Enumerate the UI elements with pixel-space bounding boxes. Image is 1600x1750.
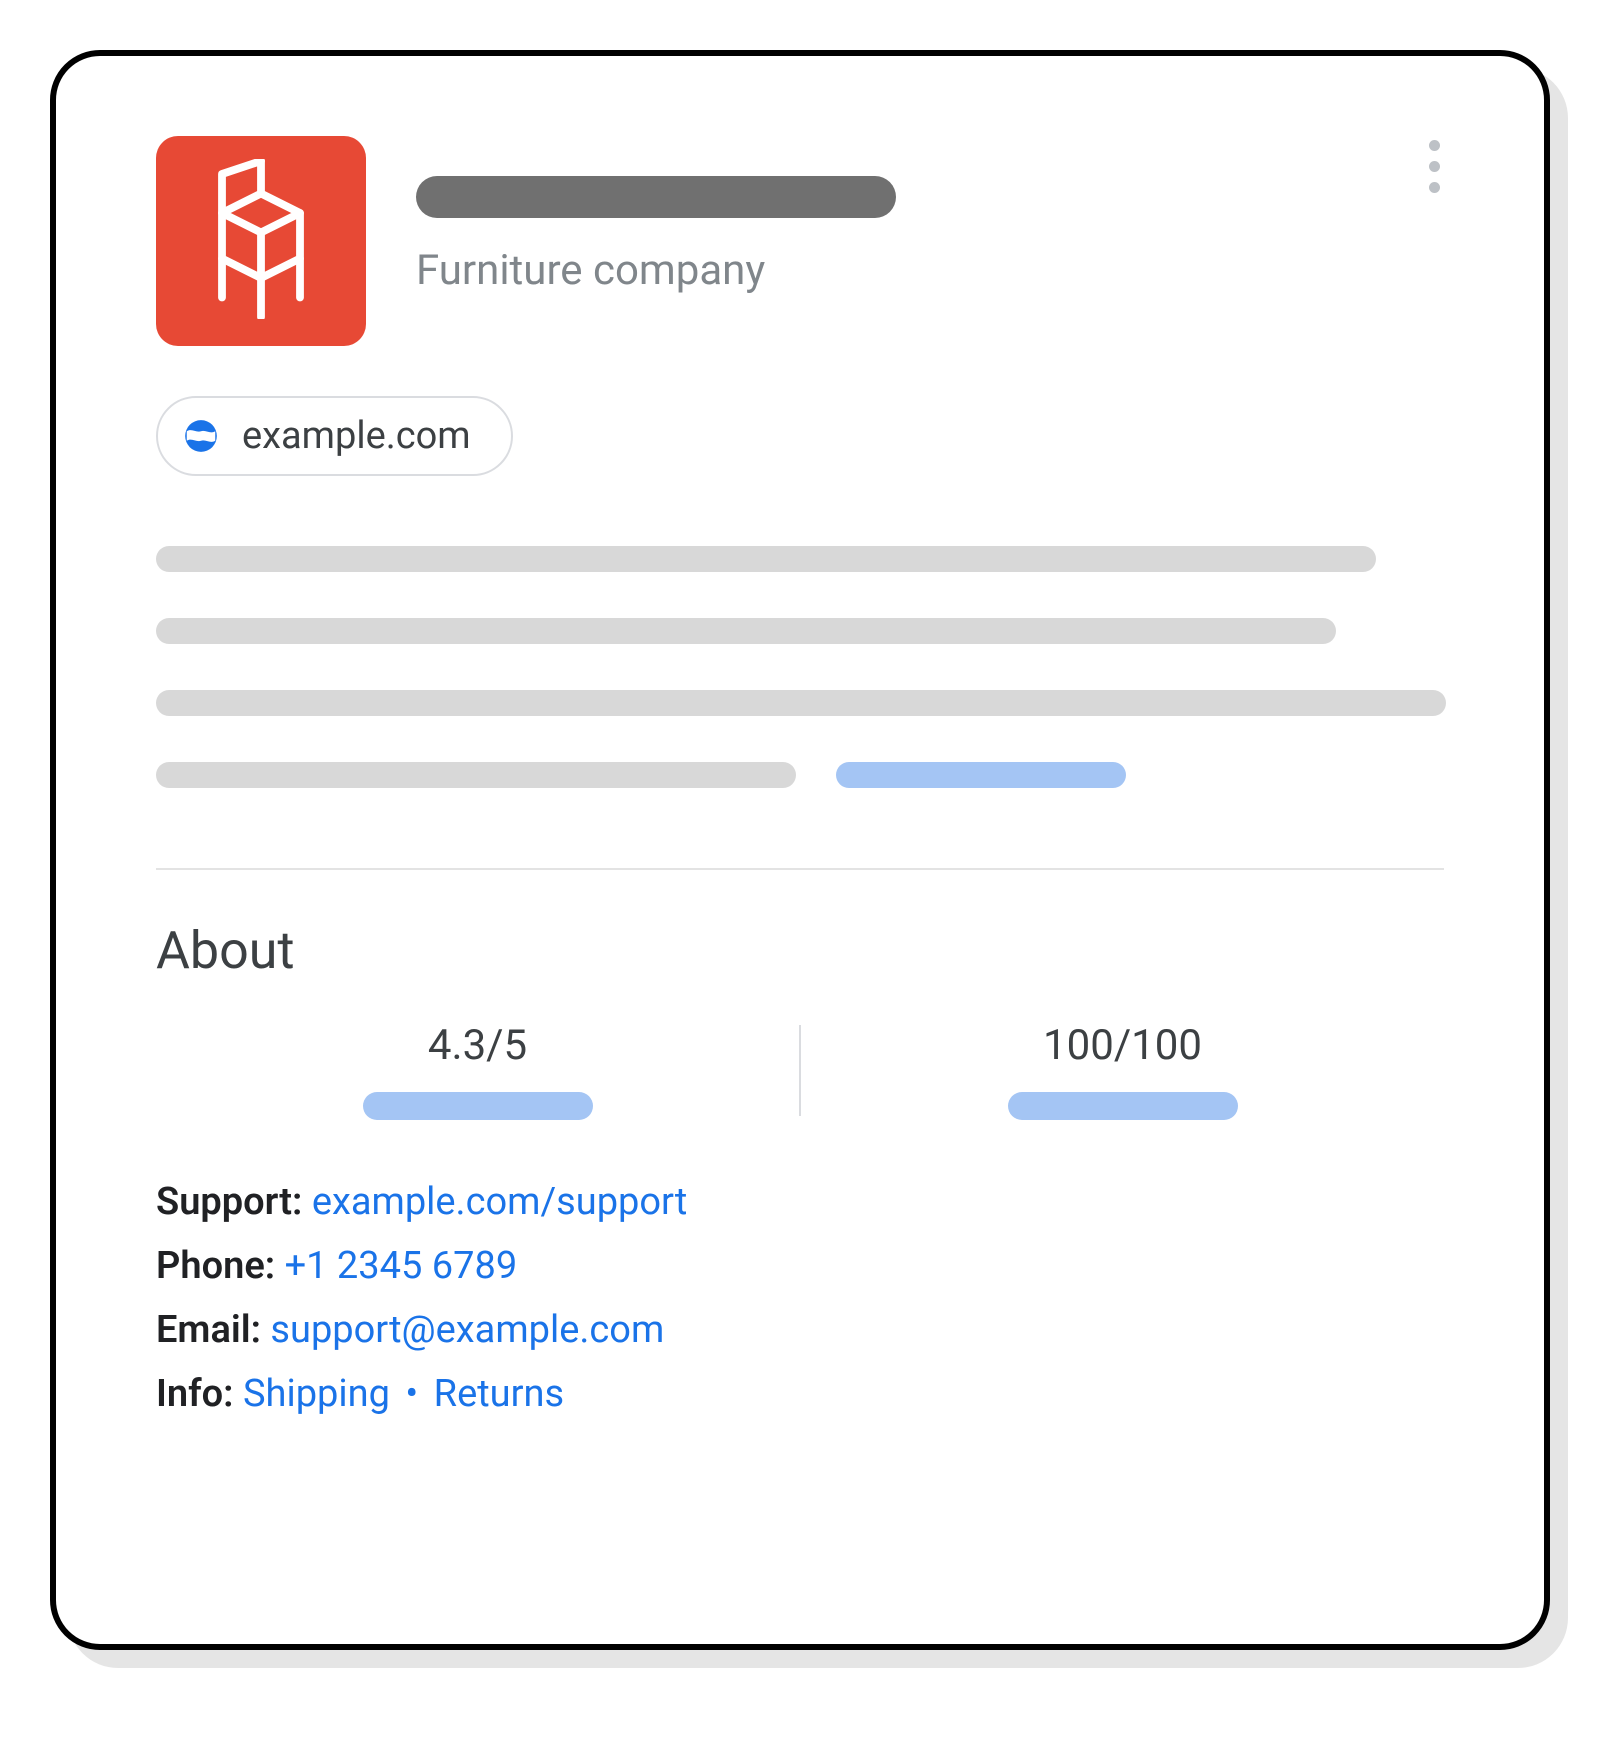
about-heading: About: [156, 920, 1444, 981]
support-label: Support:: [156, 1180, 302, 1224]
phone-label: Phone:: [156, 1244, 275, 1288]
knowledge-panel: Furniture company example.com About 4.3/…: [50, 50, 1550, 1650]
info-label: Info:: [156, 1372, 234, 1416]
chair-icon: [196, 159, 326, 323]
header: Furniture company: [156, 136, 1444, 346]
email-link[interactable]: support@example.com: [270, 1308, 664, 1352]
phone-link[interactable]: +1 2345 6789: [285, 1244, 518, 1288]
rating-value: 4.3/5: [428, 1021, 527, 1070]
score-stat: 100/100: [801, 1021, 1444, 1120]
title-block: Furniture company: [416, 136, 896, 295]
website-chip[interactable]: example.com: [156, 396, 513, 476]
company-name-placeholder: [416, 176, 896, 218]
globe-icon: [182, 417, 220, 455]
placeholder-line: [156, 618, 1336, 644]
placeholder-line: [156, 762, 796, 788]
company-category: Furniture company: [416, 246, 896, 295]
rating-stat: 4.3/5: [156, 1021, 799, 1120]
placeholder-link[interactable]: [836, 762, 1126, 788]
returns-link[interactable]: Returns: [434, 1372, 564, 1416]
shipping-link[interactable]: Shipping: [243, 1372, 390, 1416]
support-link[interactable]: example.com/support: [312, 1180, 687, 1224]
email-row: Email: support@example.com: [156, 1308, 1444, 1352]
contact-list: Support: example.com/support Phone: +1 2…: [156, 1180, 1444, 1416]
placeholder-line: [156, 690, 1446, 716]
score-label-placeholder: [1008, 1092, 1238, 1120]
info-row: Info: Shipping • Returns: [156, 1372, 1444, 1416]
divider: [156, 868, 1444, 870]
support-row: Support: example.com/support: [156, 1180, 1444, 1224]
more-options-button[interactable]: [1425, 136, 1444, 197]
rating-label-placeholder: [363, 1092, 593, 1120]
phone-row: Phone: +1 2345 6789: [156, 1244, 1444, 1288]
placeholder-line: [156, 546, 1376, 572]
email-label: Email:: [156, 1308, 261, 1352]
score-value: 100/100: [1043, 1021, 1202, 1070]
dot-separator: •: [399, 1372, 424, 1416]
company-logo: [156, 136, 366, 346]
stats-row: 4.3/5 100/100: [156, 1021, 1444, 1120]
description-placeholder: [156, 546, 1444, 788]
website-label: example.com: [242, 414, 471, 458]
